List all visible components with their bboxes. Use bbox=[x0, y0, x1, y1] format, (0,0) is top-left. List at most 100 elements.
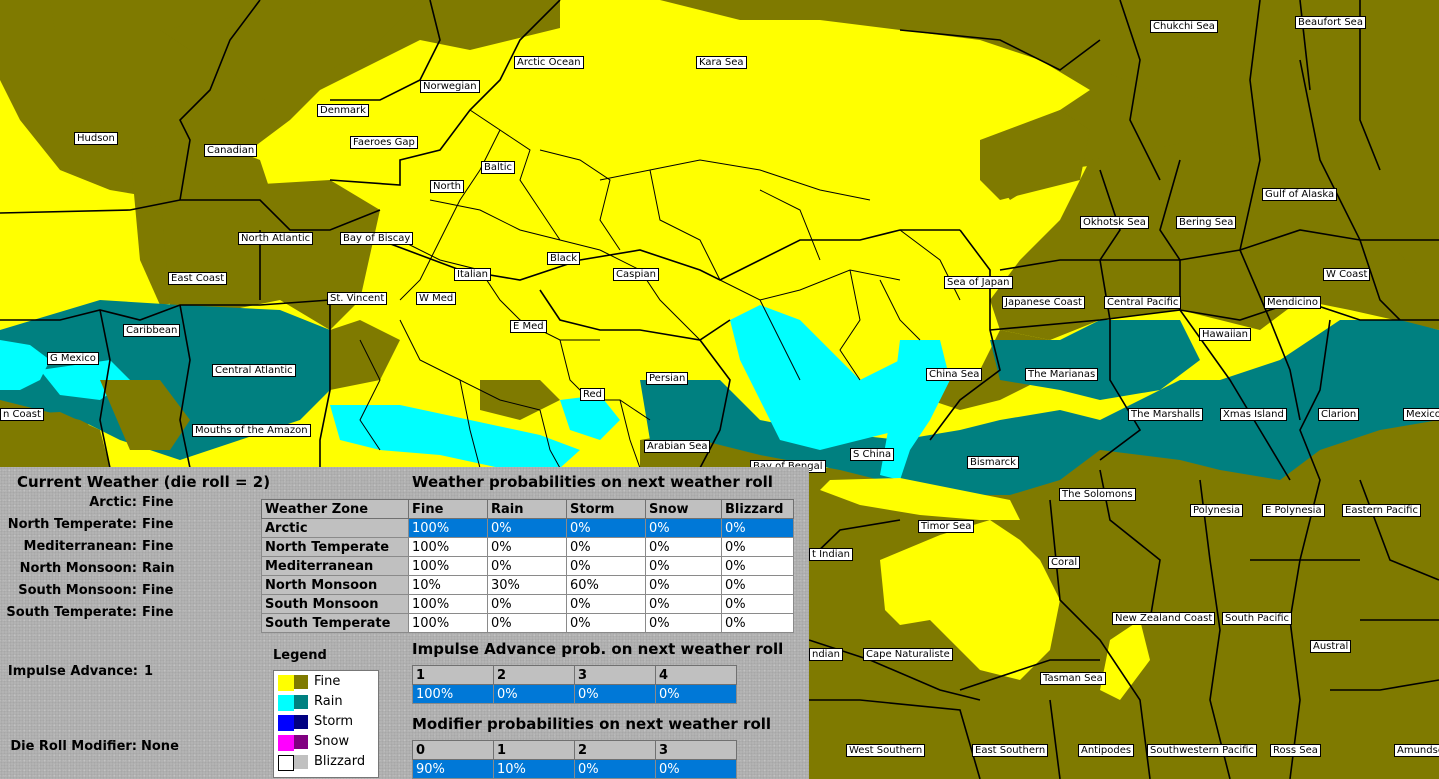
row-header[interactable]: South Temperate bbox=[261, 613, 409, 633]
map-label-caribbean[interactable]: Caribbean bbox=[123, 324, 181, 337]
map-label-north[interactable]: North bbox=[430, 180, 464, 193]
modifier-probabilities-table[interactable]: 0 1 2 3 90% 10% 0% 0% bbox=[412, 740, 737, 779]
map-label-faeroes-gap[interactable]: Faeroes Gap bbox=[350, 136, 418, 149]
table-cell[interactable]: 0% bbox=[566, 613, 646, 633]
map-label-beaufort-sea[interactable]: Beaufort Sea bbox=[1295, 16, 1366, 29]
column-header[interactable]: 4 bbox=[655, 665, 737, 685]
table-cell[interactable]: 10% bbox=[408, 575, 488, 595]
table-cell[interactable]: 0% bbox=[645, 537, 722, 557]
map-label-canadian[interactable]: Canadian bbox=[204, 144, 258, 157]
map-label-north-atlantic[interactable]: North Atlantic bbox=[238, 232, 314, 245]
table-cell[interactable]: 0% bbox=[574, 684, 656, 704]
table-cell[interactable]: 0% bbox=[645, 613, 722, 633]
map-label-w-coast[interactable]: W Coast bbox=[1323, 268, 1371, 281]
map-label-kara-sea[interactable]: Kara Sea bbox=[696, 56, 747, 69]
map-label-the-marshalls[interactable]: The Marshalls bbox=[1128, 408, 1204, 421]
map-label-west-southern[interactable]: West Southern bbox=[846, 744, 926, 757]
table-cell[interactable]: 30% bbox=[487, 575, 567, 595]
table-row[interactable]: 100% 0% 0% 0% bbox=[412, 684, 737, 704]
map-label-sea-of-japan[interactable]: Sea of Japan bbox=[944, 276, 1013, 289]
map-label-persian[interactable]: Persian bbox=[646, 372, 689, 385]
table-row[interactable]: North Temperate 100% 0% 0% 0% 0% bbox=[261, 537, 794, 557]
table-cell[interactable]: 90% bbox=[412, 759, 494, 779]
table-cell[interactable]: 0% bbox=[645, 556, 722, 576]
map-label-italian[interactable]: Italian bbox=[454, 268, 492, 281]
row-header[interactable]: Arctic bbox=[261, 518, 409, 538]
map-label-e-med[interactable]: E Med bbox=[510, 320, 547, 333]
column-header[interactable]: 2 bbox=[493, 665, 575, 685]
map-label-xmas-island[interactable]: Xmas Island bbox=[1220, 408, 1287, 421]
row-header[interactable]: North Monsoon bbox=[261, 575, 409, 595]
map-label-south-pacific[interactable]: South Pacific bbox=[1222, 612, 1293, 625]
map-label-baltic[interactable]: Baltic bbox=[481, 161, 515, 174]
table-row[interactable]: 90% 10% 0% 0% bbox=[412, 759, 737, 779]
table-cell[interactable]: 10% bbox=[493, 759, 575, 779]
table-cell[interactable]: 0% bbox=[566, 518, 646, 538]
weather-probabilities-table[interactable]: Weather Zone Fine Rain Storm Snow Blizzard Arc… bbox=[261, 499, 794, 633]
map-label-the-marianas[interactable]: The Marianas bbox=[1025, 368, 1099, 381]
table-cell[interactable]: 0% bbox=[566, 556, 646, 576]
column-header[interactable]: Snow bbox=[645, 499, 722, 519]
table-cell[interactable]: 0% bbox=[721, 613, 794, 633]
map-label-china-sea[interactable]: China Sea bbox=[926, 368, 983, 381]
map-label-east-southern[interactable]: East Southern bbox=[972, 744, 1049, 757]
map-label-arctic-ocean[interactable]: Arctic Ocean bbox=[514, 56, 584, 69]
map-label-timor-sea[interactable]: Timor Sea bbox=[918, 520, 975, 533]
column-header[interactable]: 0 bbox=[412, 740, 494, 760]
table-cell[interactable]: 0% bbox=[721, 575, 794, 595]
column-header[interactable]: Fine bbox=[408, 499, 488, 519]
map-label-east-coast[interactable]: East Coast bbox=[168, 272, 228, 285]
column-header[interactable]: 2 bbox=[574, 740, 656, 760]
table-cell[interactable]: 0% bbox=[487, 518, 567, 538]
map-label-mendicino[interactable]: Mendicino bbox=[1264, 296, 1321, 309]
column-header[interactable]: Storm bbox=[566, 499, 646, 519]
map-label-arabian-sea[interactable]: Arabian Sea bbox=[644, 440, 711, 453]
table-cell[interactable]: 0% bbox=[721, 518, 794, 538]
map-label-w-med[interactable]: W Med bbox=[416, 292, 457, 305]
map-label-japanese-coast[interactable]: Japanese Coast bbox=[1002, 296, 1085, 309]
map-label-new-zealand-coast[interactable]: New Zealand Coast bbox=[1112, 612, 1216, 625]
map-label-mexico[interactable]: Mexico bbox=[1403, 408, 1439, 421]
map-label-g-mexico[interactable]: G Mexico bbox=[47, 352, 99, 365]
column-header[interactable]: 1 bbox=[493, 740, 575, 760]
table-cell[interactable]: 0% bbox=[566, 537, 646, 557]
map-label-austral[interactable]: Austral bbox=[1310, 640, 1352, 653]
map-label-southwestern-pacific[interactable]: Southwestern Pacific bbox=[1147, 744, 1257, 757]
map-label-eastern-pacific[interactable]: Eastern Pacific bbox=[1342, 504, 1421, 517]
column-header[interactable]: 3 bbox=[574, 665, 656, 685]
map-label-clarion[interactable]: Clarion bbox=[1318, 408, 1360, 421]
map-label-denmark[interactable]: Denmark bbox=[317, 104, 369, 117]
map-label-ross-sea[interactable]: Ross Sea bbox=[1270, 744, 1321, 757]
map-label-t-indian[interactable]: t Indian bbox=[809, 548, 853, 561]
row-header[interactable]: South Monsoon bbox=[261, 594, 409, 614]
map-label-polynesia[interactable]: Polynesia bbox=[1190, 504, 1244, 517]
map-label-black[interactable]: Black bbox=[547, 252, 581, 265]
map-label-tasman-sea[interactable]: Tasman Sea bbox=[1040, 672, 1106, 685]
map-label-central-pacific[interactable]: Central Pacific bbox=[1104, 296, 1182, 309]
table-cell[interactable]: 0% bbox=[645, 594, 722, 614]
row-header[interactable]: North Temperate bbox=[261, 537, 409, 557]
map-label-ndian[interactable]: ndian bbox=[809, 648, 843, 661]
table-cell[interactable]: 0% bbox=[655, 759, 737, 779]
table-cell[interactable]: 100% bbox=[408, 518, 488, 538]
map-label-gulf-of-alaska[interactable]: Gulf of Alaska bbox=[1262, 188, 1338, 201]
map-label-s-china[interactable]: S China bbox=[850, 448, 895, 461]
map-label-bering-sea[interactable]: Bering Sea bbox=[1176, 216, 1237, 229]
table-cell[interactable]: 100% bbox=[408, 537, 488, 557]
map-label-hudson[interactable]: Hudson bbox=[74, 132, 118, 145]
map-label-caspian[interactable]: Caspian bbox=[613, 268, 659, 281]
table-cell[interactable]: 0% bbox=[566, 594, 646, 614]
map-label-okhotsk-sea[interactable]: Okhotsk Sea bbox=[1080, 216, 1149, 229]
table-row[interactable]: South Monsoon 100% 0% 0% 0% 0% bbox=[261, 594, 794, 614]
table-cell[interactable]: 0% bbox=[487, 613, 567, 633]
table-cell[interactable]: 0% bbox=[645, 575, 722, 595]
table-cell[interactable]: 0% bbox=[574, 759, 656, 779]
map-label-coral[interactable]: Coral bbox=[1048, 556, 1081, 569]
table-row[interactable]: Mediterranean 100% 0% 0% 0% 0% bbox=[261, 556, 794, 576]
impulse-probabilities-table[interactable]: 1 2 3 4 100% 0% 0% 0% bbox=[412, 665, 737, 704]
column-header[interactable]: 1 bbox=[412, 665, 494, 685]
map-label-e-polynesia[interactable]: E Polynesia bbox=[1262, 504, 1325, 517]
map-label-red[interactable]: Red bbox=[580, 388, 605, 401]
row-header[interactable]: Mediterranean bbox=[261, 556, 409, 576]
table-cell[interactable]: 0% bbox=[721, 594, 794, 614]
